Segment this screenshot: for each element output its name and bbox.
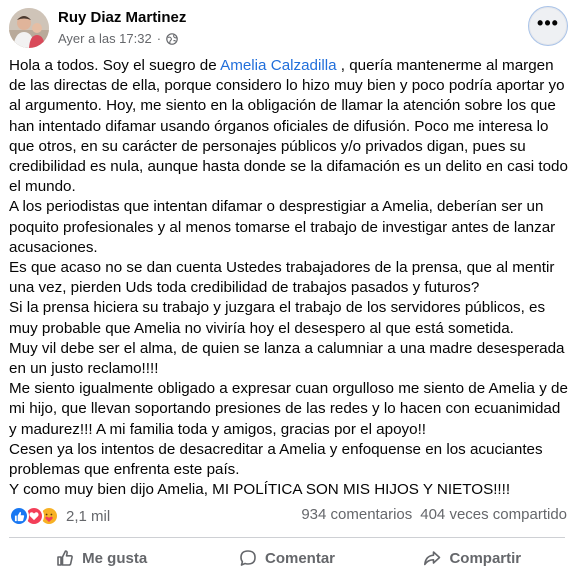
post-timestamp[interactable]: Ayer a las 17:32 [58,31,152,46]
paragraph-5: Muy vil debe ser el alma, de quien se la… [9,339,565,378]
like-icon [9,506,29,526]
share-button-label: Compartir [449,549,522,567]
like-button-label: Me gusta [82,549,148,567]
globe-icon[interactable] [166,32,178,45]
meta-separator: · [156,31,162,46]
share-button[interactable]: Compartir [380,541,565,575]
paragraph-2: A los periodistas que intentan difamar o… [9,198,556,256]
mention-link[interactable]: Amelia Calzadilla [220,57,337,74]
paragraph-7: Cesen ya los intentos de desacreditar a … [9,440,543,479]
like-button[interactable]: Me gusta [9,541,194,575]
paragraph-1-intro: Hola a todos. Soy el suegro de [9,57,221,74]
reactions-summary[interactable]: 2,1 mil [9,506,110,526]
action-bar: Me gusta Comentar Compartir [9,541,565,575]
engagement-counts: 934 comentarios 404 veces compartido [301,506,567,523]
post-body: Hola a todos. Soy el suegro de Amelia Ca… [9,56,569,500]
shares-count[interactable]: 404 veces compartido [420,506,567,523]
paragraph-1: Hola a todos. Soy el suegro de Amelia Ca… [9,56,569,197]
avatar[interactable] [9,8,49,48]
post-stats: 2,1 mil 934 comentarios 404 veces compar… [9,506,567,528]
paragraph-3: Es que acaso no se dan cuenta Ustedes tr… [9,259,555,297]
paragraph-8: Y como muy bien dijo Amelia, MI POLÍTICA… [9,481,511,499]
comments-count[interactable]: 934 comentarios [301,506,412,523]
share-icon [424,551,441,566]
paragraph-6: Me siento igualmente obligado a expresar… [9,380,568,438]
comment-icon [240,550,256,566]
thumbs-up-icon [57,550,74,566]
comment-button-label: Comentar [264,549,335,567]
reaction-count: 2,1 mil [66,507,111,525]
author-name[interactable]: Ruy Diaz Martinez [58,9,186,26]
avatar-photo [9,8,49,48]
post-header: Ruy Diaz Martinez Ayer a las 17:32 · ••• [0,0,574,52]
comment-button[interactable]: Comentar [194,541,379,575]
ellipsis-icon: ••• [537,13,559,33]
paragraph-4: Si la prensa hiciera su trabajo y juzgar… [9,299,546,337]
more-options-button[interactable]: ••• [528,6,568,46]
paragraph-1-rest: , quería mantenerme al margen de las dir… [9,57,568,196]
post-meta: Ayer a las 17:32 · [58,31,178,46]
divider [9,537,565,538]
